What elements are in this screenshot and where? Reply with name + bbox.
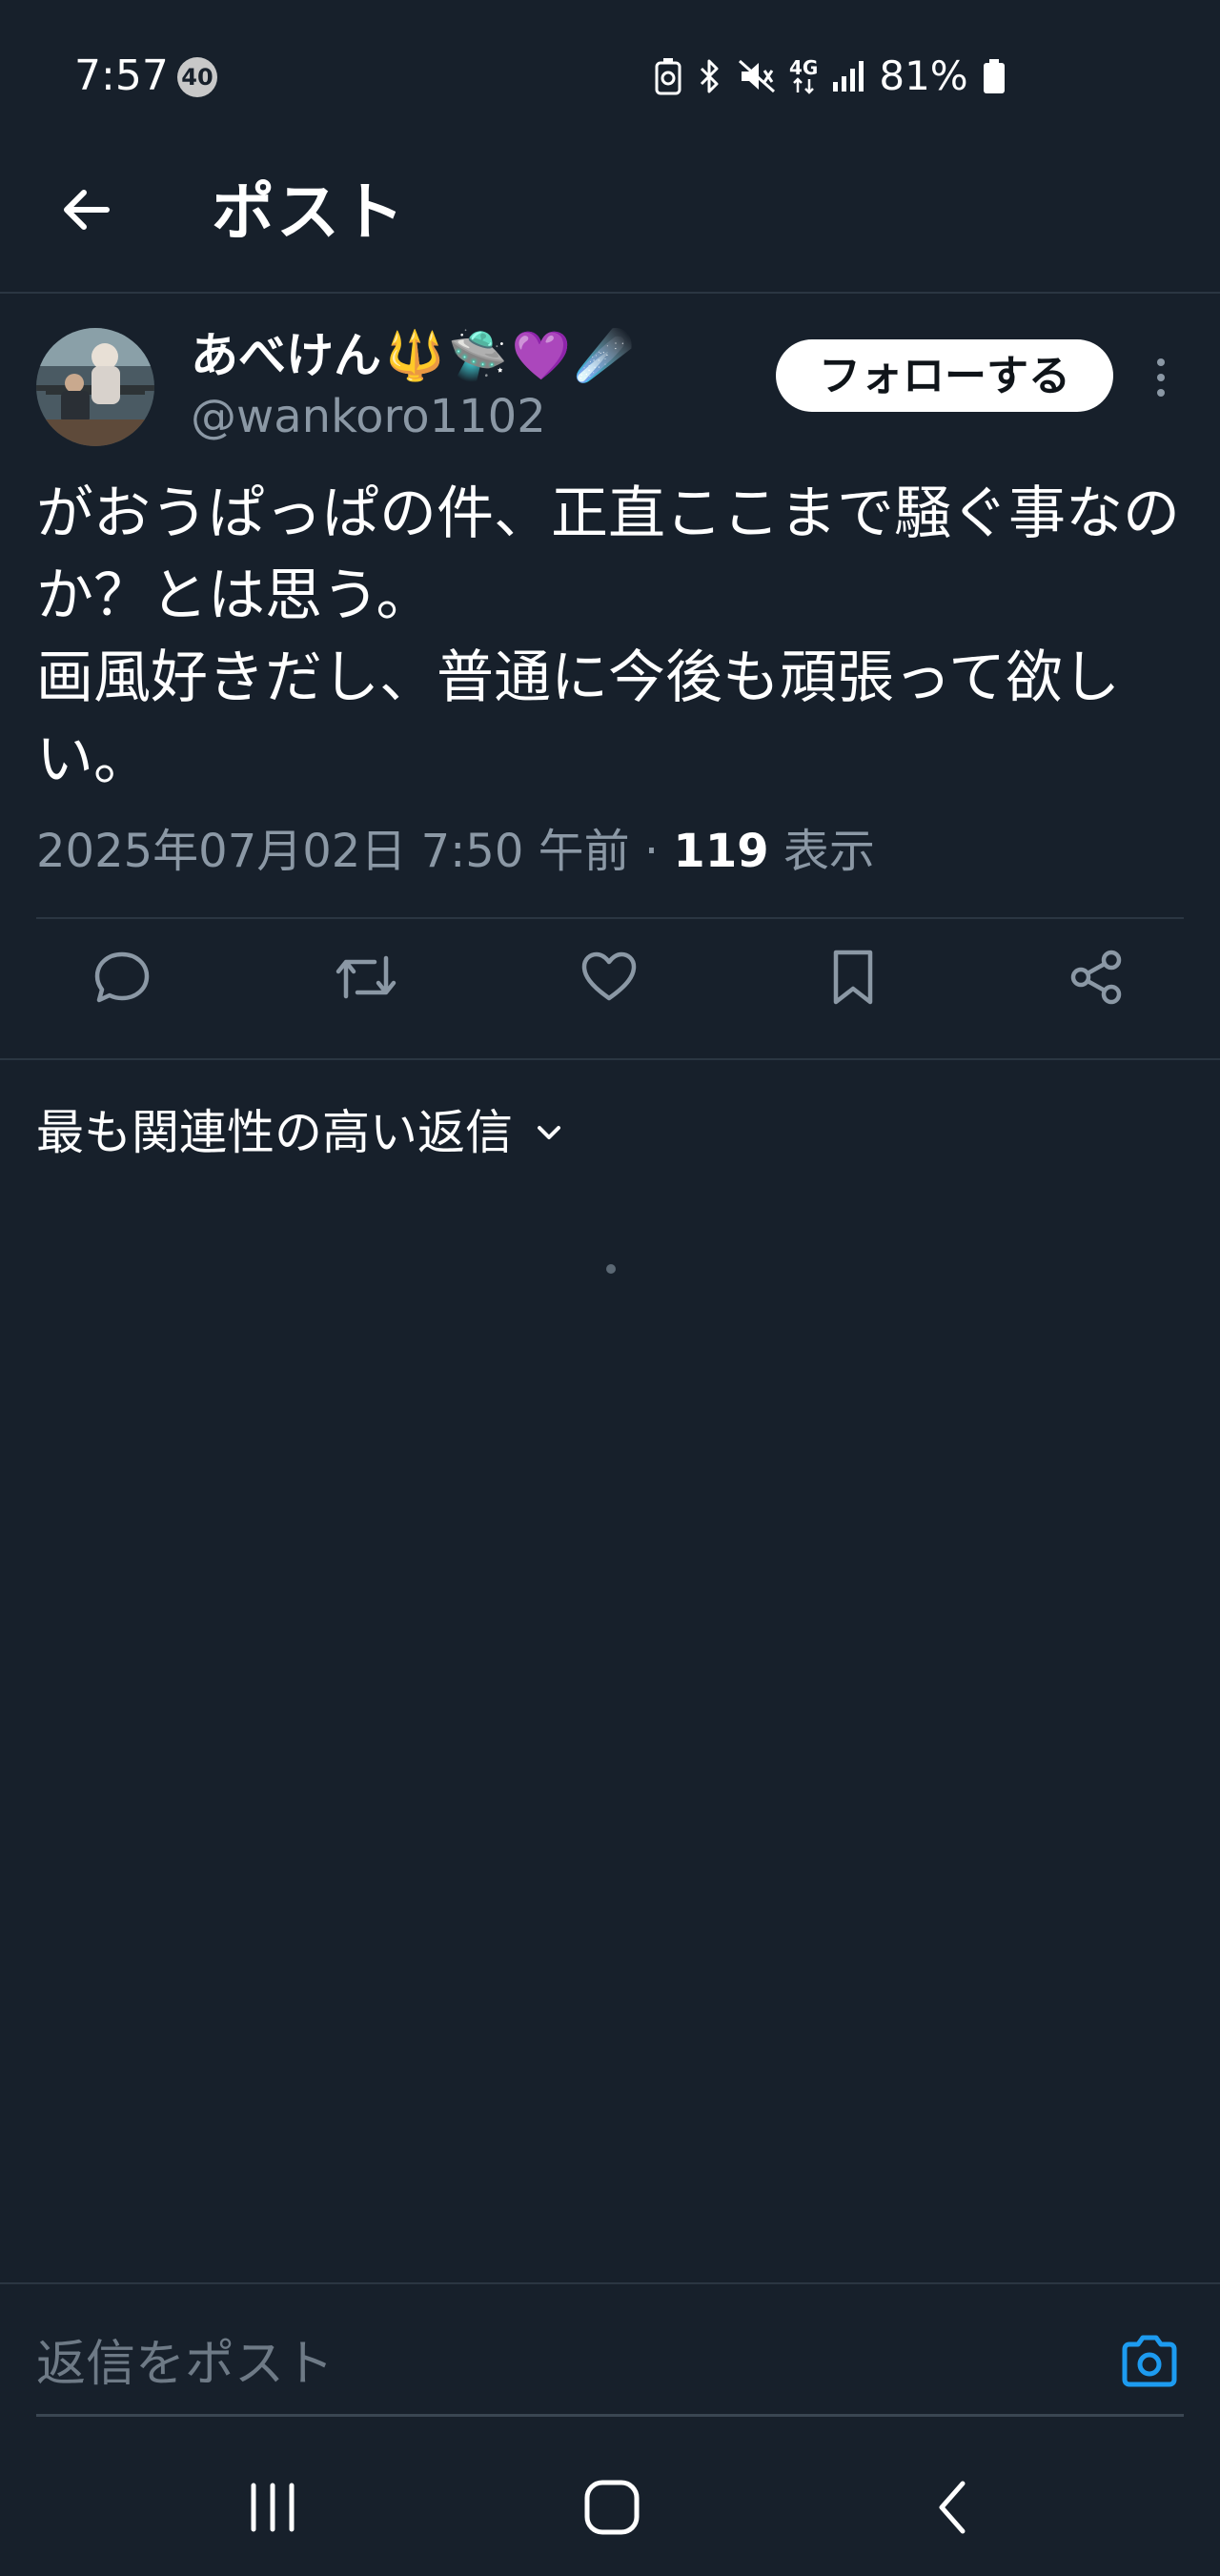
- avatar[interactable]: [36, 328, 154, 446]
- share-icon: [1070, 950, 1122, 1005]
- reply-sort-dropdown[interactable]: 最も関連性の高い返信: [36, 1098, 566, 1167]
- bookmark-button[interactable]: [801, 925, 905, 1030]
- recent-apps-icon: [251, 2483, 295, 2532]
- status-time: 7:57: [74, 51, 169, 100]
- recent-apps-button[interactable]: [215, 2460, 330, 2555]
- more-dot: [1157, 374, 1165, 381]
- repost-icon: [336, 955, 396, 999]
- reply-input-underline: [36, 2414, 1184, 2417]
- more-options-button[interactable]: [1140, 343, 1182, 412]
- views-label: 表示: [783, 825, 875, 878]
- ufo-emoji: 🛸: [448, 328, 508, 383]
- author-name[interactable]: あべけん 🔱 🛸 💜 ☄️: [191, 322, 634, 389]
- views-count: 119: [673, 825, 769, 878]
- network-label: 4G: [789, 56, 819, 79]
- chevron-down-icon: [538, 1126, 560, 1139]
- nav-back-button[interactable]: [896, 2460, 1010, 2555]
- signal-icon: [831, 57, 865, 95]
- composer-divider: [0, 2282, 1220, 2284]
- meta-divider: [36, 917, 1184, 919]
- like-button[interactable]: [557, 925, 661, 1030]
- bookmark-icon: [833, 950, 873, 1005]
- follow-button[interactable]: フォローする: [776, 339, 1113, 412]
- author-handle[interactable]: @wankoro1102: [191, 385, 546, 448]
- back-icon: [939, 2481, 966, 2534]
- network-4g-icon: 4G: [789, 58, 818, 94]
- more-dot: [1157, 358, 1165, 366]
- more-dot: [1157, 389, 1165, 397]
- purple-heart-emoji: 💜: [511, 328, 571, 383]
- reply-input[interactable]: [36, 2326, 1066, 2402]
- arrow-left-icon: [64, 190, 110, 230]
- loading-indicator: [606, 1264, 616, 1274]
- actions-divider: [0, 1058, 1220, 1060]
- reply-button[interactable]: [70, 925, 174, 1030]
- post-meta: 2025年07月02日 7:50 午前 · 119 表示: [36, 818, 875, 885]
- back-button[interactable]: [48, 172, 124, 248]
- home-button[interactable]: [555, 2460, 669, 2555]
- notification-count-badge: 40: [177, 57, 217, 97]
- camera-icon: [1122, 2335, 1177, 2387]
- post-timestamp[interactable]: 2025年07月02日 7:50 午前: [36, 825, 630, 878]
- post-action-bar: [0, 925, 1220, 1030]
- status-icons: 4G 81%: [654, 48, 1006, 105]
- reply-sort-label: 最も関連性の高い返信: [36, 1105, 513, 1160]
- status-bar: 7:57 40 4G 81%: [0, 0, 1220, 153]
- repost-button[interactable]: [314, 925, 418, 1030]
- home-icon: [584, 2480, 640, 2535]
- battery-saver-icon: [654, 57, 682, 95]
- reply-icon: [94, 951, 150, 1003]
- battery-percent: 81%: [879, 52, 968, 99]
- android-navigation-bar: [0, 2441, 1220, 2576]
- camera-button[interactable]: [1113, 2324, 1186, 2397]
- mute-icon: [738, 57, 776, 95]
- author-name-text: あべけん: [191, 328, 381, 383]
- share-button[interactable]: [1044, 925, 1149, 1030]
- comet-emoji: ☄️: [574, 328, 635, 383]
- header-divider: [0, 292, 1220, 294]
- battery-icon: [982, 57, 1006, 95]
- page-title: ポスト: [212, 175, 406, 249]
- post-text: がおうぱっぱの件、正直ここまで騒ぐ事なのか？とは思う。 画風好きだし、普通に今後…: [36, 480, 1180, 793]
- heart-icon: [581, 951, 637, 1001]
- trident-emoji: 🔱: [385, 328, 445, 383]
- bluetooth-icon: [696, 57, 724, 95]
- meta-separator: ·: [643, 825, 660, 878]
